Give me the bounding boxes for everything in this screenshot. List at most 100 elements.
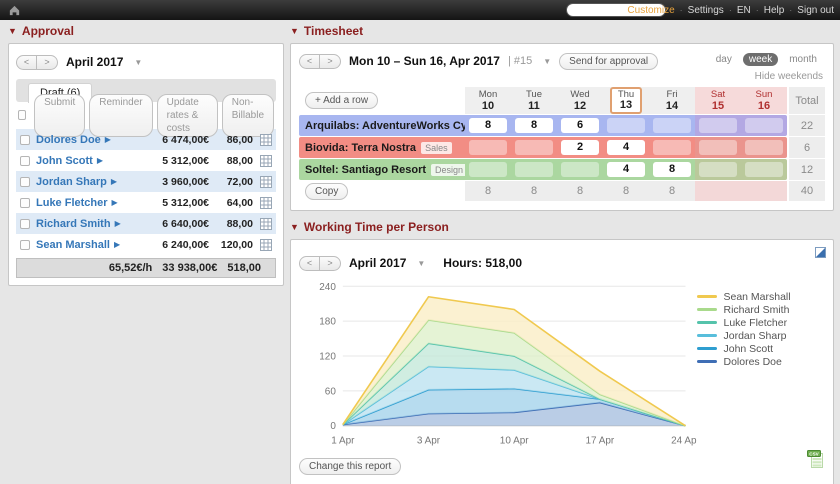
expand-arrow-icon[interactable]: ▶ xyxy=(114,240,120,249)
button-submit[interactable]: Submit xyxy=(34,94,85,137)
chevron-down-icon[interactable]: ▼ xyxy=(134,58,142,67)
approval-row: Richard Smith▶6 640,00€88,00 xyxy=(16,213,276,234)
hours-cell[interactable] xyxy=(469,140,507,155)
row-total: 12 xyxy=(789,159,825,180)
hours-cell[interactable] xyxy=(745,162,783,177)
row-checkbox[interactable] xyxy=(20,135,30,145)
timesheet-grid-icon[interactable] xyxy=(260,176,272,188)
chart-legend: Sean MarshallRichard SmithLuke FletcherJ… xyxy=(697,276,825,454)
hours-cell[interactable]: 4 xyxy=(607,140,645,155)
project-name[interactable]: Arquilabs: AdventureWorks Cycles xyxy=(305,120,488,132)
person-name-link[interactable]: John Scott xyxy=(36,155,93,167)
expand-arrow-icon[interactable]: ▶ xyxy=(105,135,111,144)
row-checkbox[interactable] xyxy=(20,240,30,250)
hours-cell[interactable] xyxy=(515,140,553,155)
csv-export-icon[interactable]: CSV xyxy=(807,450,825,470)
send-for-approval-button[interactable]: Send for approval xyxy=(559,53,658,70)
chart-period-label[interactable]: April 2017 xyxy=(349,256,406,270)
person-name-link[interactable]: Dolores Doe xyxy=(36,134,101,146)
topbar-link-settings[interactable]: Settings xyxy=(688,5,724,16)
day-header-sun[interactable]: Sun16 xyxy=(741,87,787,114)
working-time-panel-title[interactable]: ▼ Working Time per Person xyxy=(290,220,834,234)
timesheet-grid-icon[interactable] xyxy=(260,155,272,167)
day-header-tue[interactable]: Tue11 xyxy=(511,87,557,114)
topbar-link-customize[interactable]: Customize xyxy=(627,5,674,16)
hours-cell[interactable] xyxy=(745,140,783,155)
hours-cell[interactable]: 8 xyxy=(653,162,691,177)
prev-month-button[interactable]: < xyxy=(299,256,320,271)
approval-period-label[interactable]: April 2017 xyxy=(66,55,123,69)
hours-cell[interactable] xyxy=(653,118,691,133)
view-day[interactable]: day xyxy=(710,53,738,66)
button-update-rates-costs[interactable]: Update rates & costs xyxy=(157,94,218,137)
row-checkbox[interactable] xyxy=(20,198,30,208)
day-header-fri[interactable]: Fri14 xyxy=(649,87,695,114)
timesheet-grid-icon[interactable] xyxy=(260,197,272,209)
person-name-link[interactable]: Jordan Sharp xyxy=(36,176,107,188)
chart-footer: Change this report xyxy=(299,456,825,475)
approval-panel-title[interactable]: ▼ Approval xyxy=(8,24,284,38)
hide-weekends-link[interactable]: Hide weekends xyxy=(755,71,823,82)
hours-cell[interactable] xyxy=(699,140,737,155)
timesheet-period-label[interactable]: Mon 10 – Sun 16, Apr 2017 xyxy=(349,54,500,68)
person-name-link[interactable]: Luke Fletcher xyxy=(36,197,108,209)
expand-arrow-icon[interactable]: ▶ xyxy=(112,198,118,207)
day-header-sat[interactable]: Sat15 xyxy=(695,87,741,114)
total-hours: 518,00 xyxy=(227,262,261,274)
hours-cell[interactable] xyxy=(699,162,737,177)
project-name[interactable]: Soltel: Santiago Resort xyxy=(305,164,426,176)
prev-week-button[interactable]: < xyxy=(299,54,320,69)
view-week[interactable]: week xyxy=(743,53,778,66)
timesheet-grid-icon[interactable] xyxy=(260,239,272,251)
person-name-link[interactable]: Sean Marshall xyxy=(36,239,110,251)
expand-arrow-icon[interactable]: ▶ xyxy=(115,219,121,228)
day-header-thu[interactable]: Thu13 xyxy=(603,87,649,114)
hours-cell[interactable]: 8 xyxy=(469,118,507,133)
selected-day-box[interactable]: Thu13 xyxy=(610,87,642,114)
row-checkbox[interactable] xyxy=(20,177,30,187)
hours-cell[interactable] xyxy=(561,162,599,177)
hours-cell[interactable]: 6 xyxy=(561,118,599,133)
topbar-link-help[interactable]: Help xyxy=(764,5,785,16)
timesheet-grid-icon[interactable] xyxy=(260,134,272,146)
week-number-label[interactable]: | #15 xyxy=(508,55,532,67)
expand-icon[interactable] xyxy=(815,247,826,258)
button-non-billable[interactable]: Non-Billable xyxy=(222,94,274,137)
hours-cell[interactable] xyxy=(699,118,737,133)
hours-cell[interactable]: 2 xyxy=(561,140,599,155)
hours-cell[interactable] xyxy=(515,162,553,177)
hours-cell[interactable] xyxy=(607,118,645,133)
prev-period-button[interactable]: < xyxy=(16,55,37,70)
expand-arrow-icon[interactable]: ▶ xyxy=(97,156,103,165)
home-icon[interactable] xyxy=(8,4,21,17)
timesheet-panel-title[interactable]: ▼ Timesheet xyxy=(290,24,834,38)
project-name[interactable]: Biovida: Terra Nostra xyxy=(305,142,416,154)
day-header-mon[interactable]: Mon10 xyxy=(465,87,511,114)
hours-cell[interactable] xyxy=(745,118,783,133)
next-period-button[interactable]: > xyxy=(37,55,58,70)
topbar-link-sign-out[interactable]: Sign out xyxy=(797,5,834,16)
day-header-wed[interactable]: Wed12 xyxy=(557,87,603,114)
chevron-down-icon[interactable]: ▼ xyxy=(543,57,551,66)
next-month-button[interactable]: > xyxy=(320,256,341,271)
legend-item: Luke Fletcher xyxy=(697,316,825,329)
hours-cell[interactable]: 8 xyxy=(515,118,553,133)
hours-cell[interactable]: 4 xyxy=(607,162,645,177)
chevron-down-icon[interactable]: ▼ xyxy=(417,259,425,268)
timesheet-grid-icon[interactable] xyxy=(260,218,272,230)
hours-cell[interactable] xyxy=(653,140,691,155)
select-all-checkbox[interactable] xyxy=(18,110,26,120)
topbar-link-en[interactable]: EN xyxy=(737,5,751,16)
copy-button[interactable]: Copy xyxy=(305,183,348,200)
expand-arrow-icon[interactable]: ▶ xyxy=(111,177,117,186)
next-week-button[interactable]: > xyxy=(320,54,341,69)
hours-cell[interactable] xyxy=(469,162,507,177)
row-checkbox[interactable] xyxy=(20,156,30,166)
row-checkbox[interactable] xyxy=(20,219,30,229)
button-reminder[interactable]: Reminder xyxy=(89,94,152,137)
add-row-button[interactable]: + Add a row xyxy=(305,92,378,109)
change-report-button[interactable]: Change this report xyxy=(299,458,401,475)
view-month[interactable]: month xyxy=(783,53,823,66)
person-name-link[interactable]: Richard Smith xyxy=(36,218,111,230)
legend-swatch xyxy=(697,334,717,337)
